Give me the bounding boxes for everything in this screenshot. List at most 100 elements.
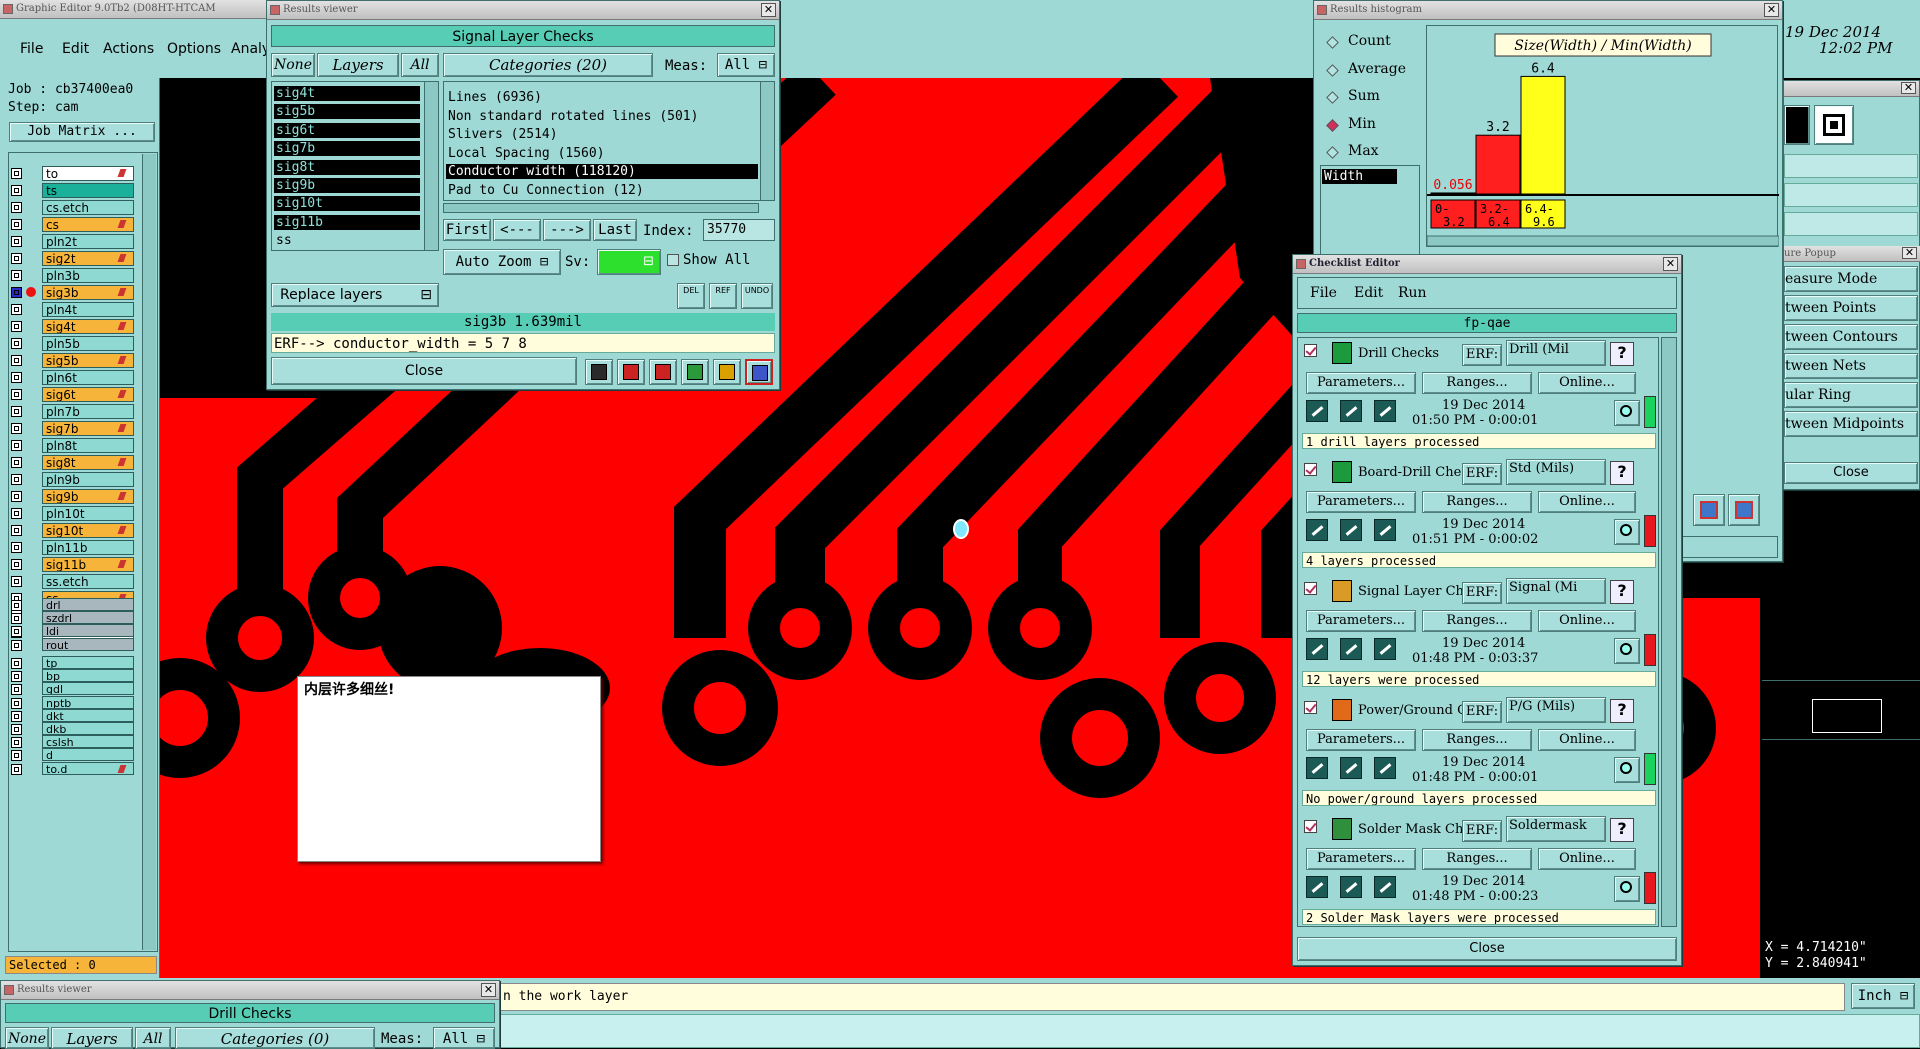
layer-name[interactable]: pln10t [42,506,134,521]
category-item[interactable]: Lines (6936) [446,90,758,105]
layer-name[interactable]: dkb [42,722,134,735]
undo-button[interactable]: UNDO [741,283,773,309]
menu-options[interactable]: Options [167,41,221,57]
layer-checkbox[interactable] [11,474,22,485]
zoom-results-button[interactable] [1614,876,1640,902]
layer-row[interactable]: cslsh [9,735,134,749]
category-item[interactable]: Non standard rotated lines (501) [446,109,758,124]
layer-checkbox[interactable] [11,355,22,366]
layer-name[interactable]: nptb [42,695,134,709]
layer-name[interactable]: ldi [42,624,134,638]
layer-name[interactable]: ss.etch [42,574,134,589]
menu-actions[interactable]: Actions [103,41,154,57]
zoom-results-button[interactable] [1614,400,1640,426]
histogram-option-radio[interactable] [1326,36,1339,49]
layer-name[interactable]: bp [42,669,134,683]
layer-row[interactable]: pln5b [9,336,134,351]
layer-row[interactable]: sig11b [9,557,134,572]
ranges-button[interactable]: Ranges... [1422,372,1532,394]
checklist-item-checkbox[interactable] [1304,701,1317,714]
zoom-results-button[interactable] [1614,519,1640,545]
layer-checkbox[interactable] [11,185,22,196]
results-close-button[interactable]: Close [271,357,577,385]
layer-row[interactable]: bp [9,669,134,683]
histogram-action-button-2[interactable] [1728,494,1760,526]
close-icon[interactable]: ✕ [1902,247,1917,259]
measure-field-3[interactable] [1784,212,1918,236]
layer-row[interactable]: pln3b [9,268,134,283]
checklist-item-name[interactable]: Drill Checks [1358,346,1462,361]
layer-checkbox[interactable] [11,406,22,417]
run-tool-icon[interactable] [1306,876,1328,898]
histogram-option-label[interactable]: Sum [1348,88,1380,104]
layer-checkbox[interactable] [11,697,22,709]
layer-row[interactable]: gdl [9,682,134,696]
layer-checkbox[interactable] [11,168,22,179]
all-button[interactable]: All [401,53,439,77]
layer-row[interactable]: pln9b [9,472,134,487]
layer-row[interactable]: sig9b [9,489,134,504]
results-viewer-titlebar[interactable]: Results viewer ✕ [267,1,779,20]
help-button[interactable]: ? [1610,818,1634,842]
measure-close-button[interactable]: Close [1784,462,1918,484]
notes-button[interactable] [713,359,741,385]
prev-button[interactable]: <--- [493,219,541,241]
measure-option-button[interactable]: easure Mode [1784,266,1918,292]
layer-row[interactable]: pln11b [9,540,134,555]
run-tool-icon[interactable] [1340,519,1362,541]
parameters-button[interactable]: Parameters... [1306,610,1416,632]
layer-checkbox[interactable] [11,750,22,762]
layer-checkbox[interactable] [11,491,22,502]
checklist-menu-file[interactable]: File [1310,285,1337,301]
result-layer-item[interactable]: sig8t [274,159,420,175]
category-item[interactable]: Local Spacing (1560) [446,146,758,161]
close-icon[interactable]: ✕ [1764,3,1779,17]
show-all-checkbox[interactable] [667,254,679,266]
chart-hscroll[interactable] [1426,235,1780,247]
replace-layers-dropdown[interactable]: Replace layers ⊟ [271,283,439,307]
layer-row[interactable]: sig5b [9,353,134,368]
parameters-button[interactable]: Parameters... [1306,372,1416,394]
histogram-option-label[interactable]: Average [1348,61,1406,77]
parameters-button[interactable]: Parameters... [1306,729,1416,751]
checklist-scrollbar[interactable] [1661,337,1677,927]
layer-checkbox[interactable] [11,423,22,434]
layer-name[interactable]: rout [42,637,134,651]
layer-name[interactable]: pln11b [42,540,134,555]
checklist-close-button[interactable]: Close [1297,937,1677,961]
histogram-action-button-1[interactable] [1693,494,1725,526]
ref-button[interactable]: REF [709,283,737,309]
layer-checkbox[interactable] [11,542,22,553]
close-icon[interactable]: ✕ [481,983,496,997]
categories-button-2[interactable]: Categories (0) [175,1027,375,1049]
layer-checkbox[interactable] [11,559,22,570]
run-tool-icon[interactable] [1306,757,1328,779]
layer-row[interactable]: drl [9,598,134,611]
histogram-bar[interactable] [1430,192,1476,195]
help-button[interactable]: ? [1610,699,1634,723]
checklist-item-checkbox[interactable] [1304,344,1317,357]
erf-value-field[interactable]: Soldermask [1506,816,1606,842]
layer-name[interactable]: d [42,748,134,762]
layer-name[interactable]: pln9b [42,472,134,487]
online-button[interactable]: Online... [1538,610,1636,632]
layer-row[interactable]: nptb [9,695,134,709]
layer-row[interactable]: pln2t [9,234,134,249]
checklist-item-checkbox[interactable] [1304,820,1317,833]
layer-name[interactable]: pln4t [42,302,134,317]
layer-checkbox[interactable] [11,737,22,749]
layer-checkbox[interactable] [11,270,22,281]
erase-button[interactable] [649,359,677,385]
histogram-titlebar[interactable]: Results histogram ✕ [1314,1,1782,20]
zoom-results-button[interactable] [1614,757,1640,783]
online-button[interactable]: Online... [1538,491,1636,513]
histogram-option-radio[interactable] [1326,91,1339,104]
run-tool-icon[interactable] [1306,638,1328,660]
layer-row[interactable]: ts [9,183,134,198]
measure-top-titlebar[interactable]: ✕ [1784,81,1919,97]
menu-analysis[interactable]: Analy [231,41,270,57]
layer-row[interactable]: rout [9,637,134,651]
run-tool-icon[interactable] [1306,400,1328,422]
layer-tool-button[interactable] [585,359,613,385]
erf-value-field[interactable]: Std (Mils) [1506,459,1606,485]
